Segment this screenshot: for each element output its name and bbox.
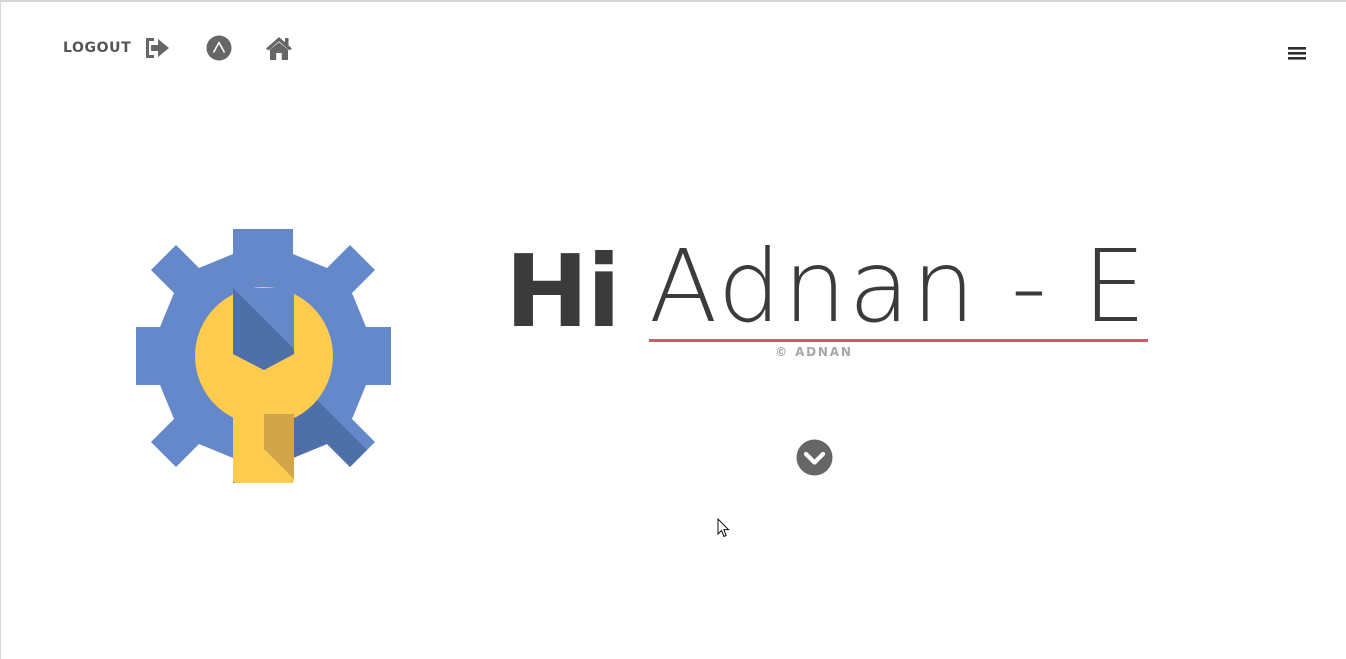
logout-label: LOGOUT bbox=[63, 40, 132, 56]
sign-out-icon bbox=[146, 38, 170, 58]
chevron-down-circle-icon[interactable] bbox=[796, 439, 833, 476]
copyright-text: © ADNAN bbox=[775, 345, 853, 359]
hamburger-menu-icon[interactable] bbox=[1287, 43, 1307, 63]
greeting-hi: Hi bbox=[505, 233, 621, 350]
logout-button[interactable]: LOGOUT bbox=[63, 36, 171, 60]
user-name: Adnan - E bbox=[648, 228, 1148, 345]
circle-a-icon[interactable] bbox=[205, 34, 233, 62]
greeting-heading: Hi Adnan - E bbox=[505, 212, 1148, 342]
home-icon[interactable] bbox=[265, 35, 293, 61]
top-navigation: LOGOUT bbox=[63, 32, 293, 64]
mouse-pointer-icon bbox=[717, 518, 730, 538]
